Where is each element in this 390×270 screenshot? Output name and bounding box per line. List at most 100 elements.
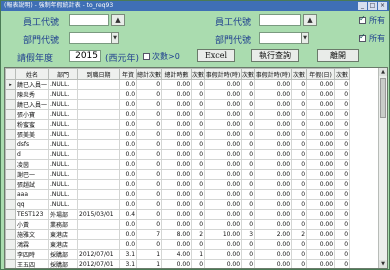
minimize-icon[interactable]: _ (358, 2, 367, 10)
column-header[interactable]: 事假計時(時) (254, 68, 293, 80)
column-header[interactable]: 部門 (48, 68, 79, 80)
column-header[interactable]: 姓名 (14, 68, 50, 80)
row-selector[interactable]: ▸ (5, 79, 16, 90)
table-row[interactable]: 小黃 業務部 0.0 0 0.00 0 0.00 0 0.00 0 0.00 0 (5, 219, 351, 230)
column-header[interactable]: 到職日期 (77, 68, 121, 80)
table-row[interactable]: 饒已入員一 .NULL. 0.0 0 0.00 0 0.00 0 0.00 0 0.00 0 (5, 99, 351, 110)
table-cell: 0 (191, 209, 206, 220)
row-selector[interactable] (5, 119, 16, 130)
row-selector[interactable] (5, 149, 16, 160)
table-row[interactable]: 陳炎秀 .NULL. 0.0 0 0.00 0 0.00 0 0.00 0 0.00 0 (5, 89, 351, 100)
row-selector[interactable] (5, 99, 16, 110)
row-selector[interactable] (5, 89, 16, 100)
row-selector[interactable] (5, 209, 16, 220)
column-header[interactable]: 次數 (291, 68, 308, 80)
table-row[interactable]: dsfs .NULL. 0.0 0 0.00 0 0.00 0 0.00 0 0.00 0 (5, 139, 351, 150)
table-row[interactable]: 粉蜜蜜 .NULL. 0.0 0 0.00 0 0.00 0 0.00 0 0.00 0 (5, 119, 351, 130)
table-cell: 0.00 (254, 139, 293, 150)
row-selector[interactable] (5, 229, 16, 240)
dept-code-label: 部門代號 (23, 36, 60, 46)
table-cell: 0.0 (119, 199, 138, 210)
table-cell (77, 219, 121, 230)
table-row[interactable]: ▸ 饒已入員一 .NULL. 0.0 0 0.00 0 0.00 0 0.00 0 0.00 0 (5, 79, 351, 90)
table-row[interactable]: aaa .NULL. 0.0 0 0.00 0 0.00 0 0.00 0 0.00 0 (5, 189, 351, 200)
table-cell: 0.00 (254, 109, 293, 120)
excel-button[interactable]: Excel (197, 49, 235, 62)
exit-button[interactable]: 離開 (317, 49, 359, 62)
table-header-row: 姓名 部門 到職日期 年資 總計次數 總計時數 次數 事假計時(時) 次數 事假計時(時) 次數 年假… (5, 68, 351, 80)
leave-year-input[interactable]: 2015 (69, 50, 101, 62)
table-row[interactable]: 李四時 採購部 2012/07/01 3.1 1 4.00 1 0.00 0 0.00 0 0.00 0 (5, 249, 351, 260)
table-cell: 3 (241, 229, 256, 240)
table-cell: 0.00 (306, 249, 336, 260)
table-row[interactable]: 施雅文 東港店 0.0 7 8.00 2 10.00 3 2.00 2 0.00 0 (5, 229, 351, 240)
emp-code-to-picker-button[interactable]: ▲ (303, 14, 317, 26)
column-header[interactable]: 總計時數 (161, 68, 193, 80)
dept-code-to-input[interactable] (259, 32, 303, 44)
column-header[interactable]: 總計次數 (136, 68, 163, 80)
row-selector[interactable] (5, 159, 16, 170)
maximize-icon[interactable]: □ (368, 2, 377, 10)
table-row[interactable]: TEST123 外場部 2015/03/01 0.4 0 0.00 0 0.00 0 0.00 0 0… (5, 209, 351, 220)
table-row[interactable]: 鴻霖 東港店 0.0 0 0.00 0 0.00 0 0.00 0 0.00 0 (5, 239, 351, 250)
table-cell: 0 (334, 119, 351, 130)
row-selector[interactable] (5, 249, 16, 260)
table-row[interactable]: d .NULL. 0.0 0 0.00 0 0.00 0 0.00 0 0.00 0 (5, 149, 351, 160)
scrollbar-thumb[interactable] (380, 78, 386, 118)
table-cell: 0.0 (119, 129, 138, 140)
dept-code-from-dropdown[interactable]: ▼ (111, 32, 119, 44)
table-row[interactable]: 王五四 採購部 2012/07/01 3.1 1 0.00 0 0.00 0 0.00 0 0.00 0 (5, 259, 351, 268)
table-cell: 0.00 (254, 89, 293, 100)
row-selector[interactable] (5, 259, 16, 268)
table-row[interactable]: 張美美 .NULL. 0.0 0 0.00 0 0.00 0 0.00 0 0.00 0 (5, 129, 351, 140)
row-selector[interactable] (5, 139, 16, 150)
column-header[interactable]: 事假計時(時) (204, 68, 243, 80)
dept-code-from-input[interactable] (69, 32, 113, 44)
emp-code-to-input[interactable] (259, 14, 301, 26)
row-selector[interactable] (5, 179, 16, 190)
scroll-down-icon[interactable]: ▼ (379, 260, 387, 268)
table-row[interactable]: 張小寶 .NULL. 0.0 0 0.00 0 0.00 0 0.00 0 0.00 0 (5, 109, 351, 120)
table-cell: 4.00 (161, 249, 193, 260)
table-cell: 0 (291, 89, 308, 100)
row-selector[interactable] (5, 219, 16, 230)
column-header[interactable]: 次數 (334, 68, 351, 80)
run-query-button[interactable]: 執行查詢 (251, 49, 299, 62)
table-row[interactable]: 凌茵 .NULL. 0.0 0 0.00 0 0.00 0 0.00 0 0.00 0 (5, 159, 351, 170)
results-grid[interactable]: 姓名 部門 到職日期 年資 總計次數 總計時數 次數 事假計時(時) 次數 事假計時(時) 次數 年假… (4, 67, 388, 269)
table-cell: 0 (136, 79, 163, 90)
column-header[interactable]: 次數 (241, 68, 256, 80)
row-selector[interactable] (5, 109, 16, 120)
table-row[interactable]: 謝巴一 .NULL. 0.0 0 0.00 0 0.00 0 0.00 0 0.00 0 (5, 169, 351, 180)
table-row[interactable]: qq .NULL. 0.0 0 0.00 0 0.00 0 0.00 0 0.00 0 (5, 199, 351, 210)
row-selector[interactable] (5, 169, 16, 180)
table-cell: 0.00 (254, 219, 293, 230)
close-icon[interactable]: × (378, 2, 387, 10)
dept-code-to-dropdown[interactable]: ▼ (301, 32, 309, 44)
table-cell: 外場部 (48, 209, 79, 220)
vertical-scrollbar[interactable]: ▲ ▼ (378, 68, 387, 268)
row-selector[interactable] (5, 189, 16, 200)
table-cell: 0.00 (204, 109, 243, 120)
table-row[interactable]: 張趙試 .NULL. 0.0 0 0.00 0 0.00 0 0.00 0 0.00 0 (5, 179, 351, 190)
table-cell: 0 (191, 89, 206, 100)
scroll-up-icon[interactable]: ▲ (379, 68, 387, 76)
row-selector[interactable] (5, 129, 16, 140)
emp-code-from-input[interactable] (69, 14, 109, 26)
row-selector[interactable] (5, 239, 16, 250)
table-cell: 0 (334, 149, 351, 160)
column-header[interactable]: 年假(日) (306, 68, 336, 80)
table-cell: 0 (291, 249, 308, 260)
all-departments-checkbox[interactable] (359, 32, 366, 42)
column-header[interactable]: 次數 (191, 68, 206, 80)
emp-code-from-picker-button[interactable]: ▲ (111, 14, 125, 26)
emp-code-to-label: 員工代號 (215, 18, 252, 28)
column-header[interactable]: 年資 (119, 68, 138, 80)
all-employees-checkbox[interactable] (359, 14, 366, 24)
table-cell: 0 (191, 149, 206, 160)
table-cell: 0.0 (119, 159, 138, 170)
count-gt0-checkbox[interactable] (143, 53, 150, 60)
year-unit-label: (西元年) (105, 54, 140, 64)
row-selector[interactable] (5, 199, 16, 210)
table-cell: 0 (291, 149, 308, 160)
